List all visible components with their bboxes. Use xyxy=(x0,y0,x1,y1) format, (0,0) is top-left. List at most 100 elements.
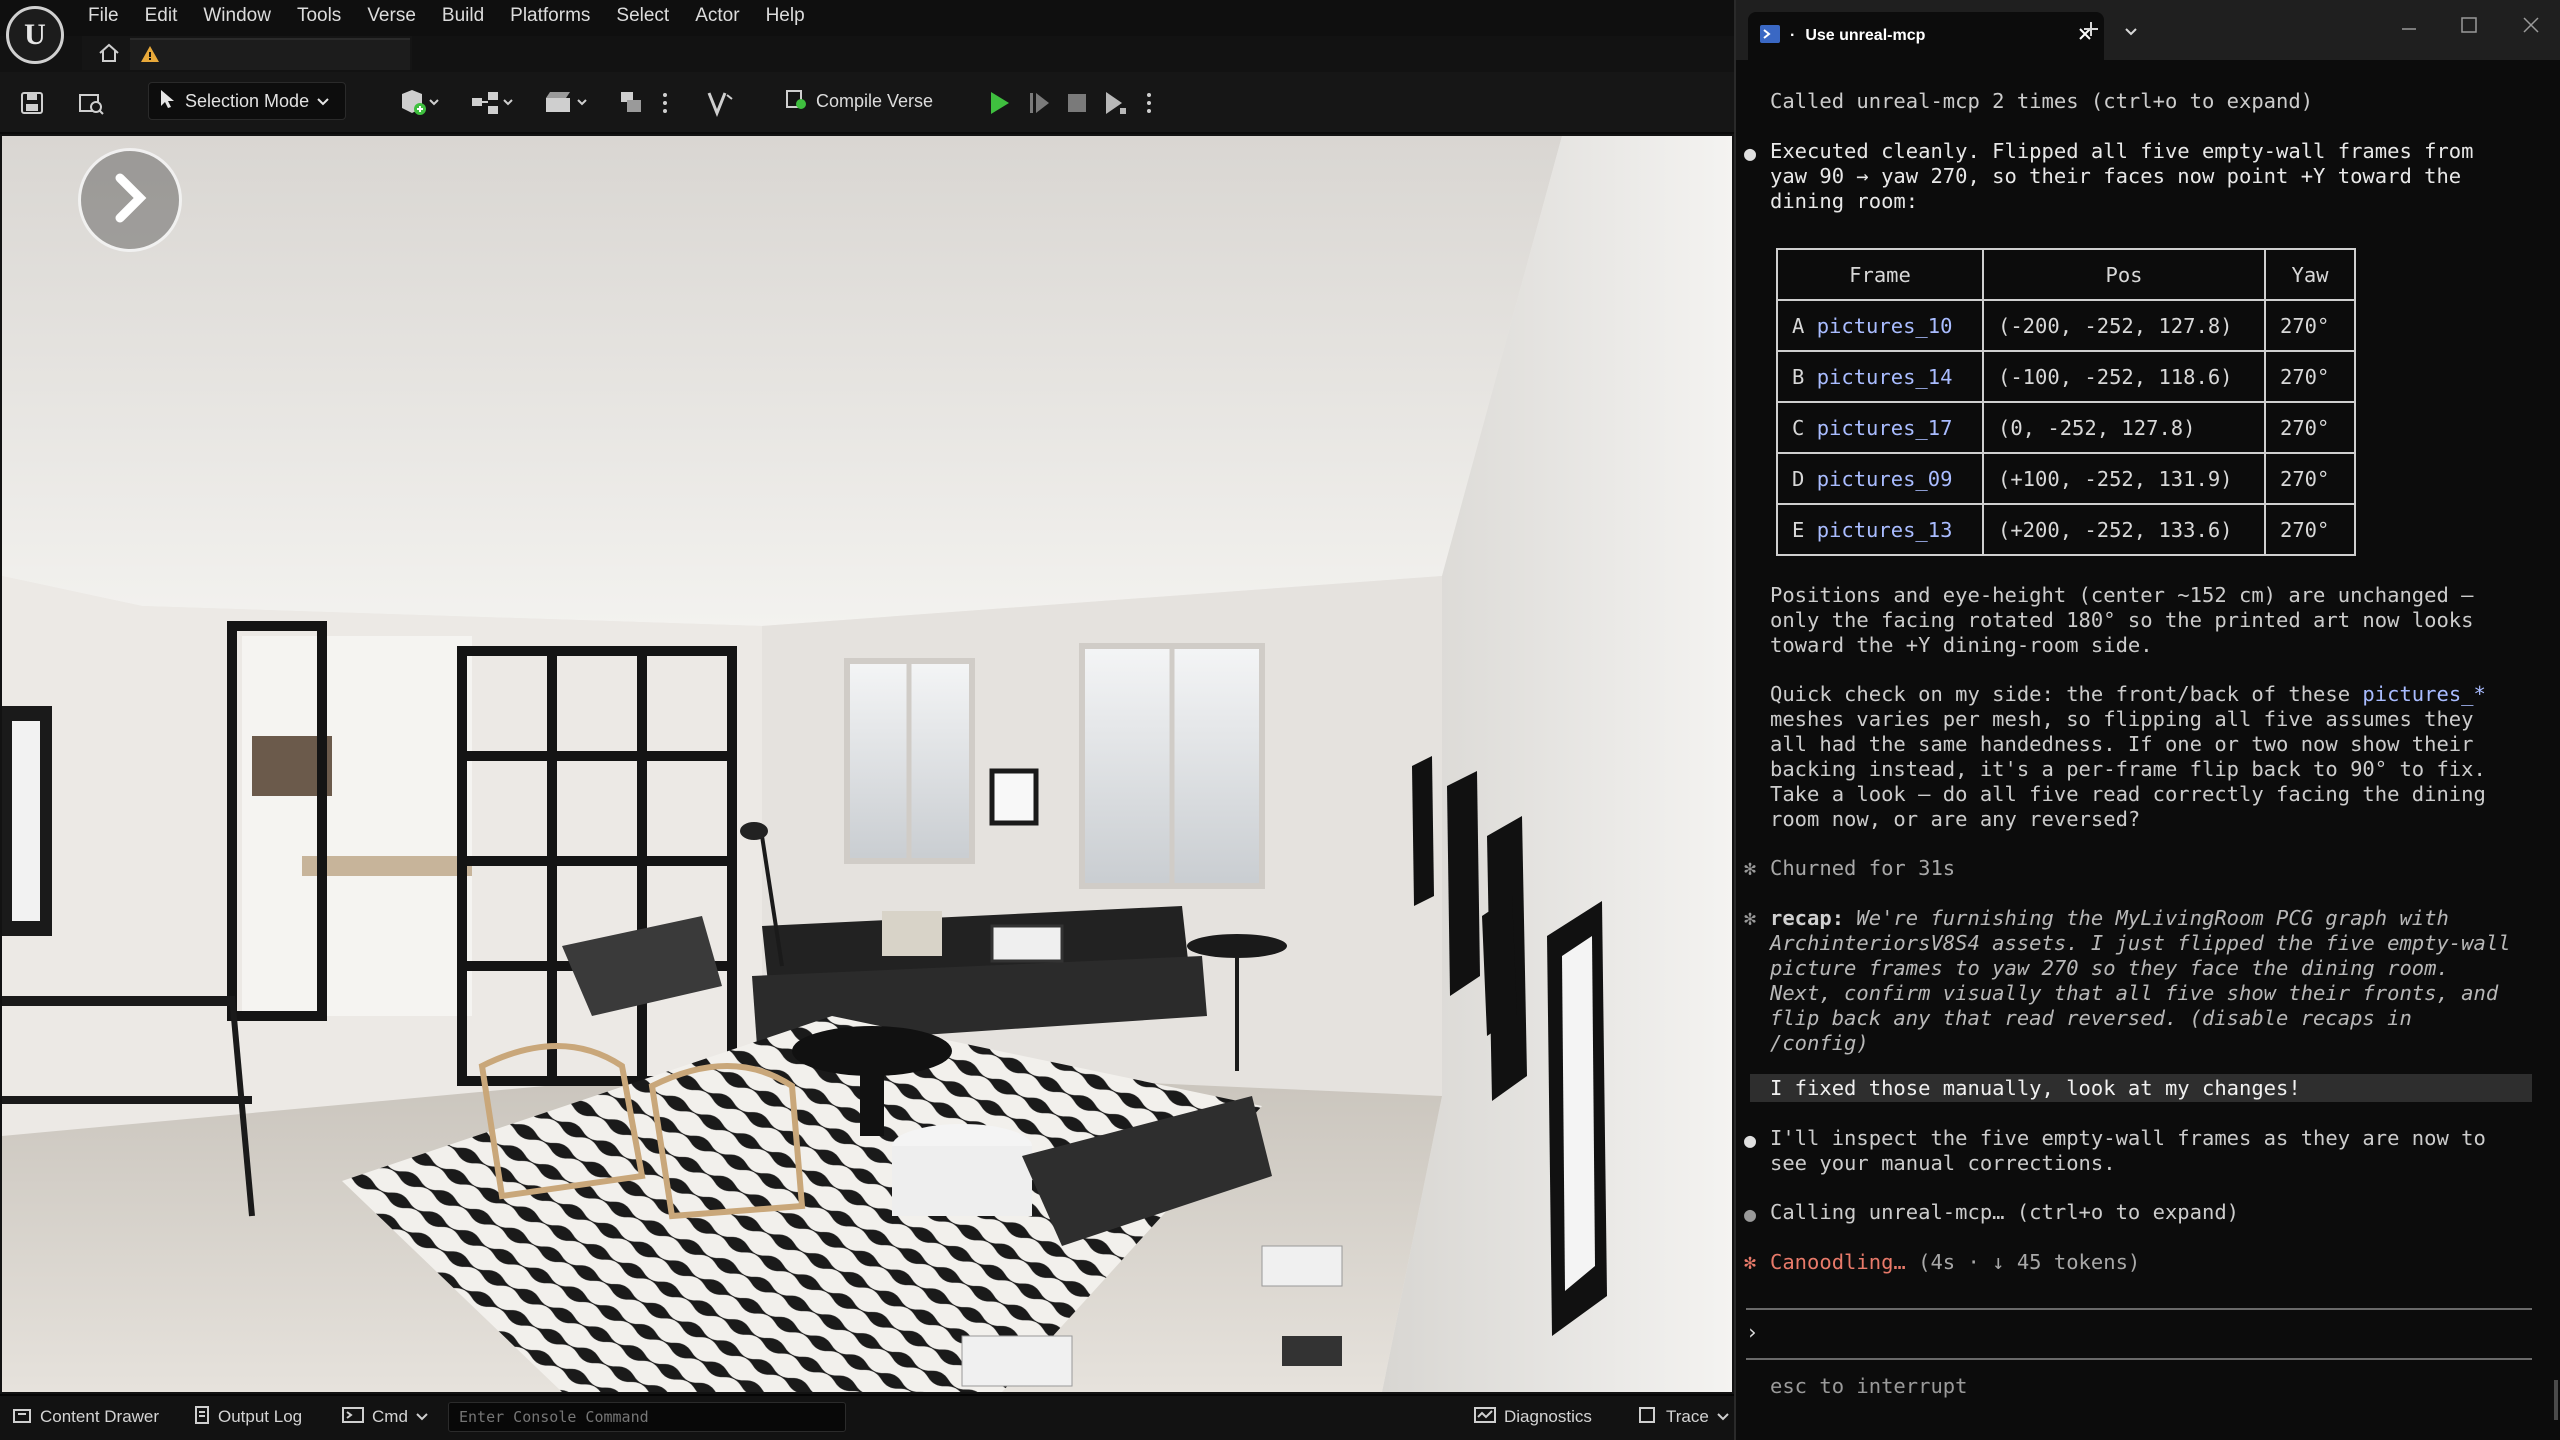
eject-icon[interactable] xyxy=(1098,83,1132,123)
tab-dropdown-icon[interactable] xyxy=(2124,24,2138,42)
input-divider-top xyxy=(1746,1308,2532,1310)
pos-cell: (0, -252, 127.8) xyxy=(1982,401,2266,454)
yaw-cell: 270° xyxy=(2264,503,2356,556)
diagnostics-icon xyxy=(1474,1406,1496,1429)
play-icon[interactable] xyxy=(982,83,1016,123)
advance-frame-icon[interactable] xyxy=(1022,83,1056,123)
output-log-label: Output Log xyxy=(218,1407,303,1426)
living-room-render xyxy=(2,136,1732,1392)
churned-line: Churned for 31s xyxy=(1770,856,1956,880)
diagnostics-button[interactable]: Diagnostics xyxy=(1474,1400,1592,1434)
cinematics-icon[interactable] xyxy=(540,83,594,123)
chevron-down-icon xyxy=(1717,1407,1729,1427)
home-icon[interactable] xyxy=(96,40,122,66)
level-warning-icon xyxy=(140,44,160,64)
frame-cell: E pictures_13 xyxy=(1776,503,1984,556)
new-tab-icon[interactable] xyxy=(2082,20,2100,43)
trace-label: Trace xyxy=(1666,1407,1709,1426)
cmd-label: Cmd xyxy=(372,1407,408,1426)
menu-verse[interactable]: Verse xyxy=(361,0,422,34)
menu-file[interactable]: File xyxy=(82,0,125,34)
viewport-expand-button[interactable] xyxy=(78,148,182,252)
terminal-icon xyxy=(342,1406,364,1429)
recap-line-1: recap: We're furnishing the MyLivingRoom… xyxy=(1770,906,2449,930)
frames-table: Frame Pos Yaw A pictures_10 (-200, -252,… xyxy=(1776,248,2356,556)
log-icon xyxy=(194,1405,210,1430)
table-row: D pictures_09 (+100, -252, 131.9) 270° xyxy=(1776,452,2356,505)
table-row: B pictures_14 (-100, -252, 118.6) 270° xyxy=(1776,350,2356,403)
pos-cell: (+100, -252, 131.9) xyxy=(1982,452,2266,505)
positions-line-2: only the facing rotated 180° so the prin… xyxy=(1770,608,2474,632)
user-message: I fixed those manually, look at my chang… xyxy=(1770,1076,2301,1100)
col-yaw-header: Yaw xyxy=(2264,248,2356,301)
chevron-down-icon xyxy=(317,91,329,112)
add-actor-icon[interactable] xyxy=(392,83,446,123)
play-options-icon[interactable] xyxy=(1142,83,1156,123)
inspect-line-2: see your manual corrections. xyxy=(1770,1151,2116,1175)
compile-verse-button[interactable]: Compile Verse xyxy=(774,82,943,120)
pos-cell: (+200, -252, 133.6) xyxy=(1982,503,2266,556)
menu-actor[interactable]: Actor xyxy=(689,0,745,34)
blueprint-icon[interactable] xyxy=(466,83,520,123)
yaw-cell: 270° xyxy=(2264,401,2356,454)
called-line: Called unreal-mcp 2 times (ctrl+o to exp… xyxy=(1770,89,2314,113)
terminal-tab[interactable]: · Use unreal-mcp xyxy=(1748,12,2104,60)
save-icon[interactable] xyxy=(16,83,48,123)
col-pos-header: Pos xyxy=(1982,248,2266,301)
console-command-input[interactable] xyxy=(448,1402,846,1432)
terminal-scrollbar[interactable] xyxy=(2554,1380,2558,1420)
output-log-button[interactable]: Output Log xyxy=(194,1400,302,1434)
platforms-icon[interactable] xyxy=(612,83,652,123)
pos-cell: (-100, -252, 118.6) xyxy=(1982,350,2266,403)
compile-verse-label: Compile Verse xyxy=(816,90,934,111)
bullet-icon: ● xyxy=(1744,141,1757,165)
quick-check-line-1: Quick check on my side: the front/back o… xyxy=(1770,682,2486,706)
exec-line-2: yaw 90 → yaw 270, so their faces now poi… xyxy=(1770,164,2462,188)
terminal-input[interactable] xyxy=(1770,1320,2530,1348)
frame-cell: B pictures_14 xyxy=(1776,350,1984,403)
menu-build[interactable]: Build xyxy=(436,0,490,34)
unreal-logo[interactable]: U xyxy=(6,6,64,64)
menu-tools[interactable]: Tools xyxy=(291,0,347,34)
asterisk-icon: ✻ xyxy=(1744,856,1757,880)
trace-dropdown[interactable]: Trace xyxy=(1638,1400,1729,1434)
more-icon[interactable] xyxy=(658,83,672,123)
positions-line-3: toward the +Y dining-room side. xyxy=(1770,633,2153,657)
stop-icon[interactable] xyxy=(1060,83,1094,123)
content-browser-icon[interactable] xyxy=(74,83,108,123)
maximize-icon[interactable] xyxy=(2460,16,2478,39)
calling-line: Calling unreal-mcp… (ctrl+o to expand) xyxy=(1770,1200,2239,1224)
close-window-icon[interactable] xyxy=(2522,16,2540,39)
yaw-cell: 270° xyxy=(2264,350,2356,403)
level-viewport[interactable] xyxy=(2,136,1732,1392)
cmd-dropdown[interactable]: Cmd xyxy=(342,1400,428,1434)
selection-mode-label: Selection Mode xyxy=(185,90,310,111)
content-drawer-button[interactable]: Content Drawer xyxy=(12,1400,159,1434)
table-row: C pictures_17 (0, -252, 127.8) 270° xyxy=(1776,401,2356,454)
powershell-icon xyxy=(1760,24,1780,48)
spinner-icon: ✻ xyxy=(1744,1250,1757,1274)
bullet-icon: ● xyxy=(1744,1202,1757,1226)
yaw-cell: 270° xyxy=(2264,299,2356,352)
diagnostics-label: Diagnostics xyxy=(1504,1407,1592,1426)
menu-help[interactable]: Help xyxy=(760,0,811,34)
verse-icon[interactable] xyxy=(700,83,740,123)
table-row: E pictures_13 (+200, -252, 133.6) 270° xyxy=(1776,503,2356,556)
quick-check-line-4: backing instead, it's a per-frame flip b… xyxy=(1770,757,2486,781)
quick-check-line-5: Take a look — do all five read correctly… xyxy=(1770,782,2486,806)
quick-check-line-2: meshes varies per mesh, so flipping all … xyxy=(1770,707,2474,731)
frame-cell: D pictures_09 xyxy=(1776,452,1984,505)
chevron-down-icon xyxy=(416,1407,428,1427)
col-frame-header: Frame xyxy=(1776,248,1984,301)
level-tab[interactable] xyxy=(130,38,410,70)
menu-select[interactable]: Select xyxy=(610,0,675,34)
menu-platforms[interactable]: Platforms xyxy=(504,0,596,34)
prompt-caret[interactable]: › xyxy=(1746,1320,1758,1345)
table-row: A pictures_10 (-200, -252, 127.8) 270° xyxy=(1776,299,2356,352)
recap-line-5: flip back any that read reversed. (disab… xyxy=(1770,1006,2412,1030)
menu-edit[interactable]: Edit xyxy=(139,0,184,34)
minimize-icon[interactable] xyxy=(2400,20,2418,43)
recap-line-6: /config) xyxy=(1770,1031,1869,1055)
menu-window[interactable]: Window xyxy=(197,0,277,34)
selection-mode-dropdown[interactable]: Selection Mode xyxy=(148,82,346,120)
